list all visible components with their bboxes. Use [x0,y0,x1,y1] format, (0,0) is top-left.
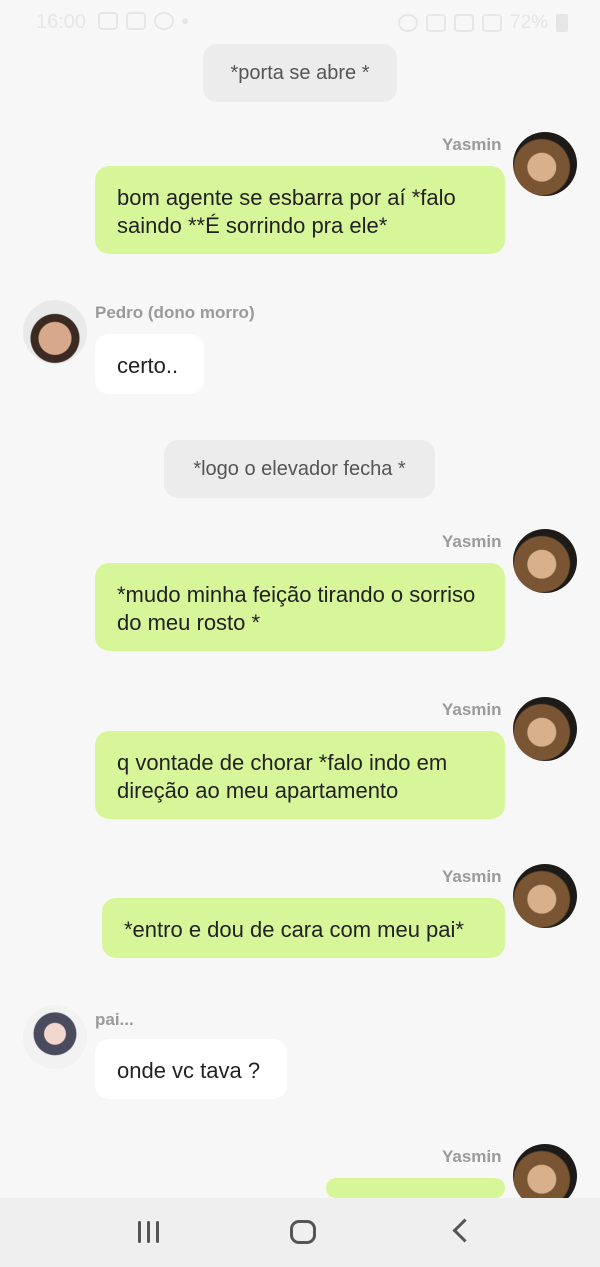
sender-name: Yasmin [442,867,502,886]
system-message: *logo o elevador fecha * [164,440,435,498]
back-icon[interactable] [450,1218,470,1246]
status-time: 16:00 [36,11,87,33]
alarm-icon [398,14,418,32]
message-bubble-user[interactable]: *mudo minha feição tirando o sorriso do … [95,563,505,651]
message-bubble-user[interactable]: q vontade de chorar *falo indo em direçã… [95,731,505,819]
avatar-pedro[interactable] [23,300,87,364]
recents-icon[interactable] [136,1216,160,1248]
instagram-icon [126,12,146,30]
gallery-icon [98,12,118,30]
system-message: *porta se abre * [203,44,397,102]
message-bubble-character[interactable]: onde vc tava ? [95,1039,287,1099]
navigation-bar [0,1198,600,1267]
sender-name: Yasmin [442,532,502,551]
message-bubble-user[interactable]: bom agente se esbarra por aí *falo saind… [95,166,505,254]
battery-icon [556,14,569,32]
message-bubble-user[interactable]: *entro e dou de cara com meu pai* [102,898,505,958]
app-notification-icon [154,12,174,30]
avatar-yasmin[interactable] [513,864,577,928]
status-left-icons [98,12,188,30]
battery-percent: 72% [510,12,549,33]
message-bubble-user-partial[interactable] [326,1178,505,1198]
wifi-icon [454,14,474,32]
avatar-yasmin[interactable] [513,697,577,761]
sender-name: Yasmin [442,1147,502,1166]
mute-icon [426,14,446,32]
avatar-yasmin[interactable] [513,132,577,196]
signal-icon [482,14,502,32]
sender-name: pai... [95,1010,134,1029]
home-icon[interactable] [290,1220,316,1244]
status-right-icons: 72% [398,12,569,34]
sender-name: Pedro (dono morro) [95,303,255,322]
avatar-yasmin[interactable] [513,529,577,593]
avatar-pai[interactable] [23,1005,87,1069]
sender-name: Yasmin [442,700,502,719]
status-bar: 16:00 72% [0,0,600,44]
sender-name: Yasmin [442,135,502,154]
dot-icon [182,18,188,24]
message-bubble-character[interactable]: certo.. [95,334,204,394]
